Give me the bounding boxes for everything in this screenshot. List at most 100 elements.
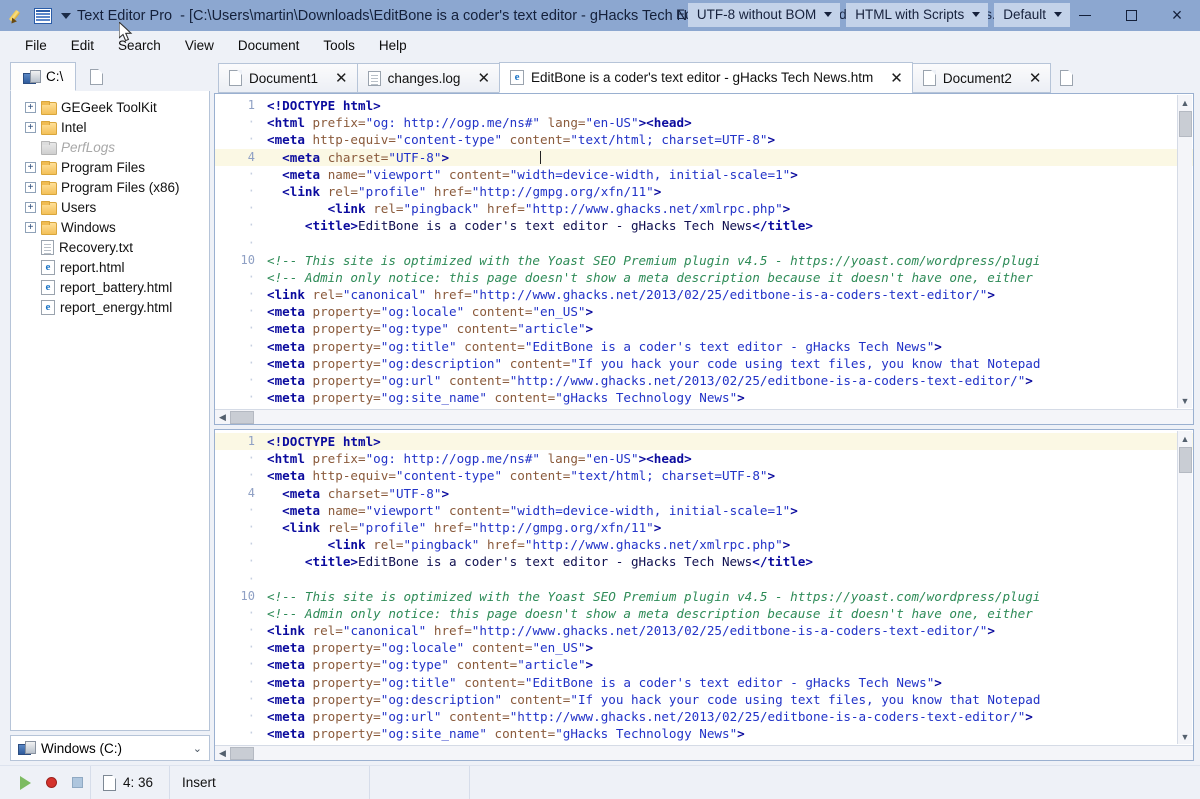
- editor-tab[interactable]: Document1 ✕: [218, 63, 358, 93]
- sidebar-tab-drive-c[interactable]: C:\: [10, 62, 77, 91]
- play-icon[interactable]: [12, 772, 38, 794]
- tree-item[interactable]: e report_energy.html: [11, 297, 209, 317]
- menu-file[interactable]: File: [14, 34, 58, 57]
- editor-tab-label: changes.log: [387, 70, 461, 86]
- theme-selector[interactable]: Default: [994, 3, 1070, 27]
- line-number: ·: [247, 201, 255, 216]
- scroll-up-arrow-icon[interactable]: ▲: [1178, 431, 1193, 446]
- code-text-area[interactable]: <!DOCTYPE html> <html prefix="og: http://…: [261, 94, 1193, 409]
- expand-icon[interactable]: +: [25, 181, 36, 193]
- expand-icon[interactable]: +: [25, 221, 36, 233]
- scroll-down-arrow-icon[interactable]: ▼: [1178, 393, 1193, 408]
- tree-item[interactable]: + Users: [11, 197, 209, 217]
- record-icon[interactable]: [38, 772, 64, 794]
- maximize-button[interactable]: [1108, 0, 1154, 31]
- code-line: <meta property="og:locale" content="en_U…: [267, 304, 594, 320]
- code-line: <title>EditBone is a coder's text editor…: [304, 554, 813, 570]
- menu-tools[interactable]: Tools: [312, 34, 366, 57]
- scroll-left-arrow-icon[interactable]: ◀: [215, 746, 230, 761]
- code-line: <meta property="og:locale" content="en_U…: [267, 640, 594, 656]
- encoding-selector[interactable]: UTF-8 without BOM: [687, 3, 841, 27]
- minimize-button[interactable]: [1062, 0, 1108, 31]
- tree-item[interactable]: + Windows: [11, 217, 209, 237]
- insert-mode-segment[interactable]: Insert: [169, 765, 369, 799]
- title-dropdown-caret-icon[interactable]: [61, 12, 71, 19]
- tree-item-label: report_battery.html: [60, 279, 173, 295]
- line-number: ·: [247, 468, 255, 483]
- status-segment-3: [369, 765, 469, 799]
- menu-document[interactable]: Document: [227, 34, 311, 57]
- code-line: <meta property="article:publisher" conte…: [261, 742, 1193, 745]
- highlighter-value: HTML with Scripts: [855, 7, 965, 22]
- drive-selector[interactable]: Windows (C:) ⌄: [10, 735, 210, 761]
- expand-icon[interactable]: +: [25, 161, 36, 173]
- code-line: <!-- This site is optimized with the Yoa…: [267, 252, 1041, 268]
- tree-item-label: Users: [61, 199, 97, 215]
- menu-search[interactable]: Search: [107, 34, 172, 57]
- tree-item[interactable]: + Intel: [11, 117, 209, 137]
- html-file-icon: e: [41, 259, 55, 275]
- expander-placeholder: [25, 262, 36, 273]
- status-segment-4: [469, 765, 1200, 799]
- vertical-scroll-thumb[interactable]: [1178, 111, 1192, 137]
- expand-icon[interactable]: +: [25, 101, 36, 113]
- vertical-scroll-thumb[interactable]: [1178, 447, 1192, 473]
- line-number: ·: [247, 726, 255, 741]
- horizontal-scroll-thumb[interactable]: [230, 410, 254, 424]
- sidebar-tab-label: C:\: [46, 69, 64, 84]
- tree-item[interactable]: e report_battery.html: [11, 277, 209, 297]
- tree-item[interactable]: e report.html: [11, 257, 209, 277]
- directory-tree[interactable]: + GEGeek ToolKit + Intel PerfLogs + Program Fi…: [10, 91, 210, 731]
- window-controls: ×: [1062, 0, 1200, 31]
- tree-item[interactable]: PerfLogs: [11, 137, 209, 157]
- code-line: <meta charset="UTF-8">: [261, 148, 1193, 166]
- line-number: ·: [247, 321, 255, 336]
- tree-item[interactable]: + Program Files: [11, 157, 209, 177]
- highlighter-selector[interactable]: HTML with Scripts: [846, 3, 989, 27]
- pencil-icon: [6, 5, 28, 27]
- expand-icon[interactable]: +: [25, 121, 36, 133]
- menu-view[interactable]: View: [174, 34, 225, 57]
- cursor-position-value: 4: 36: [123, 775, 154, 790]
- close-icon[interactable]: ✕: [477, 69, 490, 87]
- stop-icon[interactable]: [64, 772, 90, 794]
- close-icon[interactable]: ✕: [335, 69, 348, 87]
- tree-item[interactable]: + Program Files (x86): [11, 177, 209, 197]
- vertical-scrollbar[interactable]: ▲ ▼: [1177, 431, 1192, 744]
- scroll-left-arrow-icon[interactable]: ◀: [215, 410, 230, 425]
- line-number: ·: [247, 640, 255, 655]
- tree-item[interactable]: Recovery.txt: [11, 237, 209, 257]
- scroll-down-arrow-icon[interactable]: ▼: [1178, 729, 1193, 744]
- tree-item[interactable]: + GEGeek ToolKit: [11, 97, 209, 117]
- code-line: <meta charset="UTF-8">: [282, 485, 450, 501]
- horizontal-scrollbar[interactable]: ◀: [215, 745, 1193, 760]
- line-number-gutter: 1··4·····10·········20: [215, 94, 261, 409]
- close-button[interactable]: ×: [1154, 0, 1200, 31]
- line-number: ·: [247, 269, 255, 284]
- menu-edit[interactable]: Edit: [60, 34, 105, 57]
- line-number: ·: [247, 115, 255, 130]
- expand-icon[interactable]: +: [25, 201, 36, 213]
- vertical-scrollbar[interactable]: ▲ ▼: [1177, 95, 1192, 408]
- editor-tab[interactable]: e EditBone is a coder's text editor - gHa…: [499, 62, 913, 93]
- menu-help[interactable]: Help: [368, 34, 418, 57]
- line-number: ·: [247, 183, 255, 198]
- editor-tab[interactable]: changes.log ✕: [356, 63, 501, 93]
- close-icon[interactable]: ✕: [890, 69, 903, 87]
- tree-item-label: GEGeek ToolKit: [61, 99, 157, 115]
- horizontal-scrollbar[interactable]: ◀: [215, 409, 1193, 424]
- code-line: <!DOCTYPE html>: [267, 98, 381, 113]
- editor-tab[interactable]: Document2 ✕: [911, 63, 1052, 93]
- drive-icon: [18, 741, 36, 755]
- close-icon[interactable]: ✕: [1029, 69, 1042, 87]
- page-icon: [103, 774, 116, 791]
- new-tab-button[interactable]: [1050, 63, 1082, 93]
- code-text-area[interactable]: <!DOCTYPE html> <html prefix="og: http://…: [261, 430, 1193, 745]
- folder-icon: [41, 120, 57, 135]
- line-number: ·: [247, 218, 255, 233]
- document-grid-icon[interactable]: [32, 5, 54, 27]
- line-number: 1: [247, 98, 255, 112]
- scroll-up-arrow-icon[interactable]: ▲: [1178, 95, 1193, 110]
- horizontal-scroll-thumb[interactable]: [230, 746, 254, 760]
- sidebar-tab-new[interactable]: [76, 62, 117, 91]
